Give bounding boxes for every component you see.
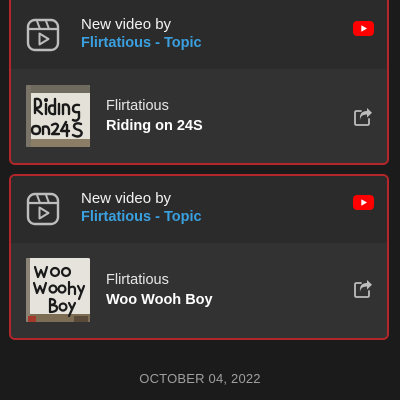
artist-name: Flirtatious bbox=[106, 98, 169, 114]
header-text: New video by Flirtatious - Topic bbox=[81, 189, 202, 227]
artist-name: Flirtatious bbox=[106, 272, 169, 288]
notification-feed: New video by Flirtatious - Topic Flirtat… bbox=[0, 0, 400, 400]
header-text: New video by Flirtatious - Topic bbox=[81, 15, 202, 53]
video-info: Flirtatious Riding on 24S bbox=[106, 97, 203, 136]
notification-header: New video by Flirtatious - Topic bbox=[11, 176, 387, 243]
channel-link[interactable]: Flirtatious - Topic bbox=[81, 208, 202, 227]
date-divider: OCTOBER 04, 2022 bbox=[139, 371, 261, 386]
notification-card[interactable]: New video by Flirtatious - Topic Flirtat… bbox=[9, 0, 389, 165]
youtube-icon bbox=[353, 195, 374, 210]
video-item[interactable]: Flirtatious Woo Wooh Boy bbox=[11, 243, 387, 338]
notification-header: New video by Flirtatious - Topic bbox=[11, 0, 387, 69]
video-play-box-icon bbox=[26, 18, 60, 52]
notification-card[interactable]: New video by Flirtatious - Topic Flirtat… bbox=[9, 174, 389, 340]
new-video-label: New video by bbox=[81, 190, 172, 207]
video-play-box-icon bbox=[26, 192, 60, 226]
video-thumbnail[interactable] bbox=[26, 258, 90, 322]
share-icon[interactable] bbox=[353, 107, 373, 127]
thumbnail-artwork bbox=[26, 258, 90, 322]
video-title[interactable]: Riding on 24S bbox=[106, 116, 203, 136]
video-title[interactable]: Woo Wooh Boy bbox=[106, 290, 213, 310]
youtube-icon bbox=[353, 21, 374, 36]
video-info: Flirtatious Woo Wooh Boy bbox=[106, 271, 213, 310]
thumbnail-artwork bbox=[26, 85, 90, 147]
video-item[interactable]: Flirtatious Riding on 24S bbox=[11, 69, 387, 163]
share-icon[interactable] bbox=[353, 279, 373, 299]
channel-link[interactable]: Flirtatious - Topic bbox=[81, 34, 202, 53]
video-thumbnail[interactable] bbox=[26, 85, 90, 147]
new-video-label: New video by bbox=[81, 16, 172, 33]
